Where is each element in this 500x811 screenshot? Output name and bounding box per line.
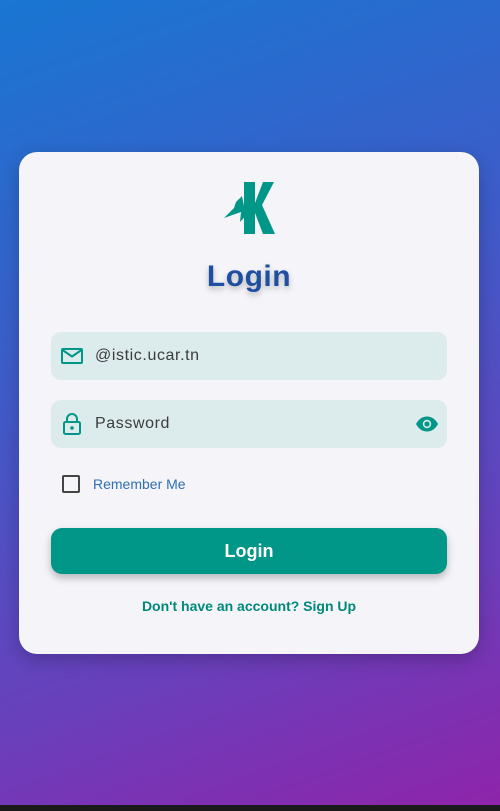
login-screen: Login @istic.ucar.tn Password Remember M… [0,0,500,805]
login-card: Login @istic.ucar.tn Password Remember M… [19,152,479,654]
login-button[interactable]: Login [51,528,447,574]
page-title: Login [206,260,292,293]
password-field[interactable]: Password [51,400,447,448]
bottom-bar [0,805,500,811]
remember-me-label[interactable]: Remember Me [93,476,186,492]
remember-me[interactable]: Remember Me [62,474,186,494]
lock-icon [63,413,81,435]
signup-link[interactable]: Don't have an account? Sign Up [19,598,479,614]
mail-icon [61,348,83,364]
eye-icon[interactable] [415,412,439,436]
email-input-value[interactable]: @istic.ucar.tn [95,332,200,380]
password-input-placeholder[interactable]: Password [95,400,170,448]
app-logo [224,182,275,234]
remember-me-checkbox[interactable] [62,475,80,493]
email-field[interactable]: @istic.ucar.tn [51,332,447,380]
